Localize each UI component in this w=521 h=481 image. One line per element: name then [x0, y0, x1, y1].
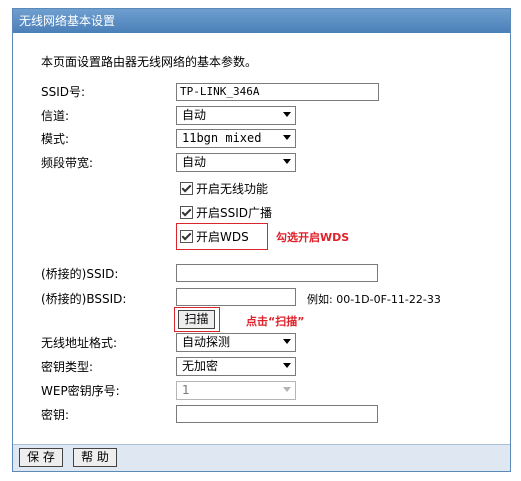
wep-index-label: WEP密钥序号:	[41, 384, 120, 398]
wds-annotation: 勾选开启WDS	[276, 231, 350, 244]
ssid-broadcast-label: 开启SSID广播	[196, 206, 273, 220]
help-button[interactable]: 帮 助	[73, 448, 117, 467]
chevron-down-icon	[283, 387, 291, 392]
ssid-broadcast-checkbox[interactable]: 开启SSID广播	[180, 205, 272, 221]
bridge-ssid-label: (桥接的)SSID:	[41, 267, 119, 281]
ssid-input[interactable]: TP-LINK_346A	[176, 83, 379, 101]
checkbox-checked-icon	[180, 182, 193, 195]
channel-select[interactable]: 自动	[176, 106, 296, 125]
bandwidth-select[interactable]: 自动	[176, 153, 296, 172]
page-description: 本页面设置路由器无线网络的基本参数。	[41, 55, 258, 69]
bandwidth-value: 自动	[182, 155, 207, 169]
mode-label: 模式:	[41, 132, 70, 146]
wep-index-select[interactable]: 1	[176, 381, 296, 400]
wireless-enable-checkbox[interactable]: 开启无线功能	[180, 181, 268, 197]
settings-panel: 无线网络基本设置 本页面设置路由器无线网络的基本参数。 SSID号: TP-LI…	[12, 8, 511, 472]
key-input[interactable]	[176, 405, 378, 423]
chevron-down-icon	[283, 339, 291, 344]
chevron-down-icon	[283, 112, 291, 117]
wds-label: 开启WDS	[196, 230, 249, 244]
mode-value: 11bgn mixed	[182, 131, 262, 145]
checkbox-checked-icon	[180, 230, 193, 243]
ssid-label: SSID号:	[41, 85, 86, 99]
address-format-value: 自动探测	[182, 335, 231, 349]
wireless-enable-label: 开启无线功能	[196, 182, 269, 196]
chevron-down-icon	[283, 159, 291, 164]
channel-label: 信道:	[41, 109, 70, 123]
key-type-value: 无加密	[182, 359, 219, 373]
save-button[interactable]: 保 存	[19, 448, 63, 467]
footer-bar: 保 存 帮 助	[13, 444, 510, 471]
chevron-down-icon	[283, 363, 291, 368]
address-format-label: 无线地址格式:	[41, 336, 118, 350]
bssid-example: 例如: 00-1D-0F-11-22-33	[307, 293, 441, 306]
key-type-select[interactable]: 无加密	[176, 357, 296, 376]
chevron-down-icon	[283, 135, 291, 140]
mode-select[interactable]: 11bgn mixed	[176, 129, 296, 148]
scan-button[interactable]: 扫描	[178, 310, 215, 329]
bridge-bssid-label: (桥接的)BSSID:	[41, 292, 127, 306]
checkbox-checked-icon	[180, 206, 193, 219]
key-label: 密钥:	[41, 408, 70, 422]
channel-value: 自动	[182, 108, 207, 122]
key-type-label: 密钥类型:	[41, 360, 94, 374]
panel-title: 无线网络基本设置	[13, 9, 510, 33]
address-format-select[interactable]: 自动探测	[176, 333, 296, 352]
bridge-ssid-input[interactable]	[176, 264, 378, 282]
wep-index-value: 1	[182, 383, 190, 397]
bridge-bssid-input[interactable]	[176, 288, 296, 306]
bandwidth-label: 频段带宽:	[41, 156, 94, 170]
scan-annotation: 点击“扫描”	[246, 315, 305, 328]
wds-checkbox[interactable]: 开启WDS	[180, 229, 249, 245]
